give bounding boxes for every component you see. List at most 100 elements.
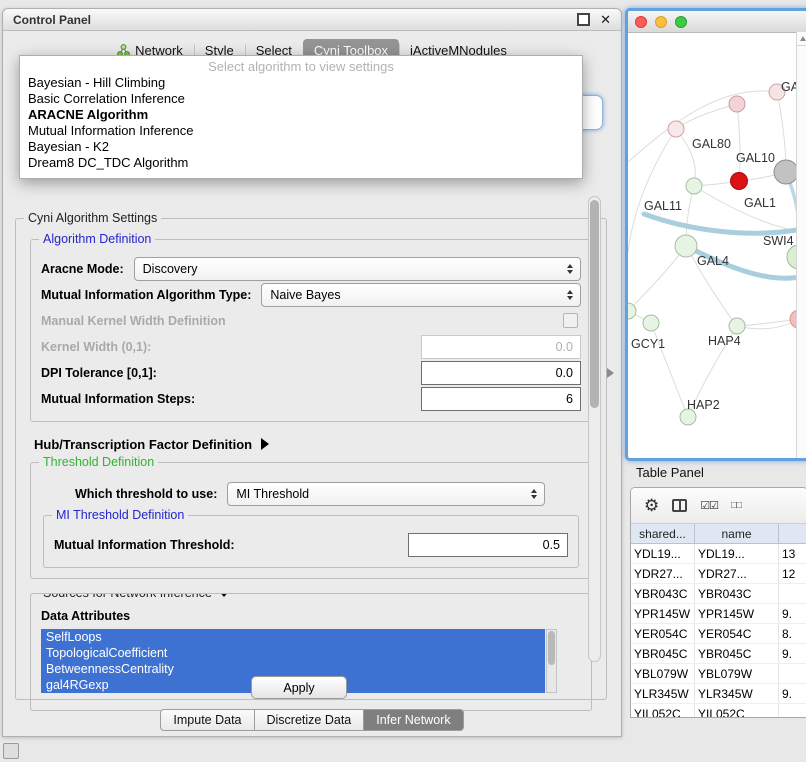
settings-scrollbar[interactable]	[588, 196, 601, 662]
apply-button[interactable]: Apply	[251, 676, 347, 699]
mi-threshold-definition-title: MI Threshold Definition	[52, 508, 188, 522]
network-node[interactable]	[628, 303, 636, 319]
deselect-all-icon[interactable]: □□	[731, 500, 741, 511]
attribute-item[interactable]: BetweennessCentrality	[41, 661, 545, 677]
tab-impute-data[interactable]: Impute Data	[160, 709, 254, 731]
dropdown-item-mutual-information[interactable]: Mutual Information Inference	[20, 123, 582, 139]
network-scrollbar[interactable]	[796, 32, 806, 458]
table-cell[interactable]: YBR043C	[695, 584, 779, 603]
table-cell[interactable]: YER054C	[631, 624, 695, 643]
scrollbar-thumb[interactable]	[590, 200, 599, 408]
mi-type-select[interactable]: Naive Bayes	[261, 283, 581, 307]
scroll-up-button[interactable]	[797, 32, 806, 46]
table-cell[interactable]: 9.	[779, 644, 806, 663]
table-cell[interactable]: YPR145W	[695, 604, 779, 623]
table-row[interactable]: YLR345W YLR345W 9.	[631, 684, 806, 704]
table-cell[interactable]: YLR345W	[631, 684, 695, 703]
hub-definition-section[interactable]: Hub/Transcription Factor Definition	[34, 436, 594, 452]
network-node[interactable]	[643, 315, 659, 331]
threshold-definition-title: Threshold Definition	[39, 455, 158, 469]
dropdown-item-bayesian-hill-climbing[interactable]: Bayesian - Hill Climbing	[20, 75, 582, 91]
column-selector-icon[interactable]	[672, 499, 687, 512]
table-cell[interactable]: YBR045C	[631, 644, 695, 663]
table-cell[interactable]: 9.	[779, 684, 806, 703]
select-all-icon[interactable]: ☑☑	[700, 499, 718, 512]
which-threshold-select[interactable]: MI Threshold	[227, 482, 545, 506]
table-row[interactable]: YER054C YER054C 8.	[631, 624, 806, 644]
node-label-hap2: HAP2	[687, 398, 720, 412]
node-label-swi4: SWI4	[763, 234, 794, 248]
attribute-item[interactable]: TopologicalCoefficient	[41, 645, 545, 661]
table-cell[interactable]: YLR345W	[695, 684, 779, 703]
bottom-tab-bar: Impute Data Discretize Data Infer Networ…	[3, 709, 621, 731]
table-cell[interactable]	[779, 704, 806, 718]
table-row[interactable]: YPR145W YPR145W 9.	[631, 604, 806, 624]
network-canvas[interactable]: GAL GAL80 GAL10 GAL11 GAL1 SWI4 GAL4 GCY…	[628, 32, 803, 452]
close-traffic-light-icon[interactable]	[635, 16, 647, 28]
network-node[interactable]	[729, 96, 745, 112]
combo-value: MI Threshold	[236, 487, 309, 501]
table-cell[interactable]: YBR043C	[631, 584, 695, 603]
network-node[interactable]	[686, 178, 702, 194]
column-header-name[interactable]: name	[695, 524, 779, 543]
tab-discretize-data[interactable]: Discretize Data	[255, 709, 365, 731]
network-node-gal10[interactable]	[774, 160, 798, 184]
dropdown-item-dream8[interactable]: Dream8 DC_TDC Algorithm	[20, 155, 582, 171]
table-row[interactable]: YBR045C YBR045C 9.	[631, 644, 806, 664]
table-row[interactable]: YBR043C YBR043C	[631, 584, 806, 604]
dpi-tolerance-input[interactable]: 0.0	[421, 361, 581, 385]
control-panel-titlebar[interactable]: Control Panel ✕	[3, 9, 621, 31]
table-cell[interactable]: YDR27...	[631, 564, 695, 583]
table-settings-gear-icon[interactable]: ⚙	[644, 497, 659, 514]
table-cell[interactable]: YBL079W	[695, 664, 779, 683]
table-row[interactable]: YIL052C YIL052C	[631, 704, 806, 718]
table-row[interactable]: YBL079W YBL079W	[631, 664, 806, 684]
table-cell[interactable]: YIL052C	[695, 704, 779, 718]
network-node[interactable]	[668, 121, 684, 137]
splitter-handle[interactable]	[607, 368, 614, 378]
table-cell[interactable]: 12	[779, 564, 806, 583]
docked-panel-icon[interactable]	[3, 743, 19, 759]
float-window-icon[interactable]	[577, 13, 590, 26]
column-header-shared[interactable]: shared...	[631, 524, 695, 543]
minimize-traffic-light-icon[interactable]	[655, 16, 667, 28]
network-node[interactable]	[729, 318, 745, 334]
network-node-selected-red[interactable]	[731, 173, 748, 190]
manual-kernel-checkbox[interactable]	[563, 313, 578, 328]
table-cell[interactable]: YER054C	[695, 624, 779, 643]
table-cell[interactable]	[779, 584, 806, 603]
table-cell[interactable]: YIL052C	[631, 704, 695, 718]
sources-group-title[interactable]: Sources for Network Inference	[39, 593, 234, 600]
table-cell[interactable]: YDL19...	[631, 544, 695, 563]
mi-threshold-input[interactable]: 0.5	[408, 533, 568, 557]
dropdown-item-aracne[interactable]: ARACNE Algorithm	[20, 107, 582, 123]
aracne-mode-select[interactable]: Discovery	[134, 257, 581, 281]
mi-steps-input[interactable]: 6	[421, 387, 581, 411]
table-cell[interactable]: 8.	[779, 624, 806, 643]
close-icon[interactable]: ✕	[600, 13, 611, 26]
table-cell[interactable]: 9.	[779, 604, 806, 623]
field-value: 0.5	[543, 538, 560, 552]
dropdown-item-basic-correlation[interactable]: Basic Correlation Inference	[20, 91, 582, 107]
table-row[interactable]: YDL19... YDL19... 13	[631, 544, 806, 564]
scrollbar-thumb[interactable]	[548, 631, 555, 665]
threshold-definition-group: Threshold Definition Which threshold to …	[30, 462, 592, 579]
table-cell[interactable]: YDL19...	[695, 544, 779, 563]
expand-arrow-icon[interactable]	[261, 438, 269, 450]
network-window-titlebar[interactable]	[628, 11, 806, 33]
column-header-partial[interactable]	[779, 524, 806, 543]
table-cell[interactable]: YDR27...	[695, 564, 779, 583]
table-row[interactable]: YDR27... YDR27... 12	[631, 564, 806, 584]
table-cell[interactable]	[779, 664, 806, 683]
table-cell[interactable]: YBL079W	[631, 664, 695, 683]
table-cell[interactable]: 13	[779, 544, 806, 563]
kernel-width-input[interactable]: 0.0	[421, 335, 581, 359]
collapse-arrow-icon[interactable]	[218, 593, 230, 597]
network-node[interactable]	[675, 235, 697, 257]
attribute-item[interactable]: SelfLoops	[41, 629, 545, 645]
table-cell[interactable]: YPR145W	[631, 604, 695, 623]
table-cell[interactable]: YBR045C	[695, 644, 779, 663]
tab-infer-network[interactable]: Infer Network	[364, 709, 463, 731]
dropdown-item-bayesian-k2[interactable]: Bayesian - K2	[20, 139, 582, 155]
zoom-traffic-light-icon[interactable]	[675, 16, 687, 28]
